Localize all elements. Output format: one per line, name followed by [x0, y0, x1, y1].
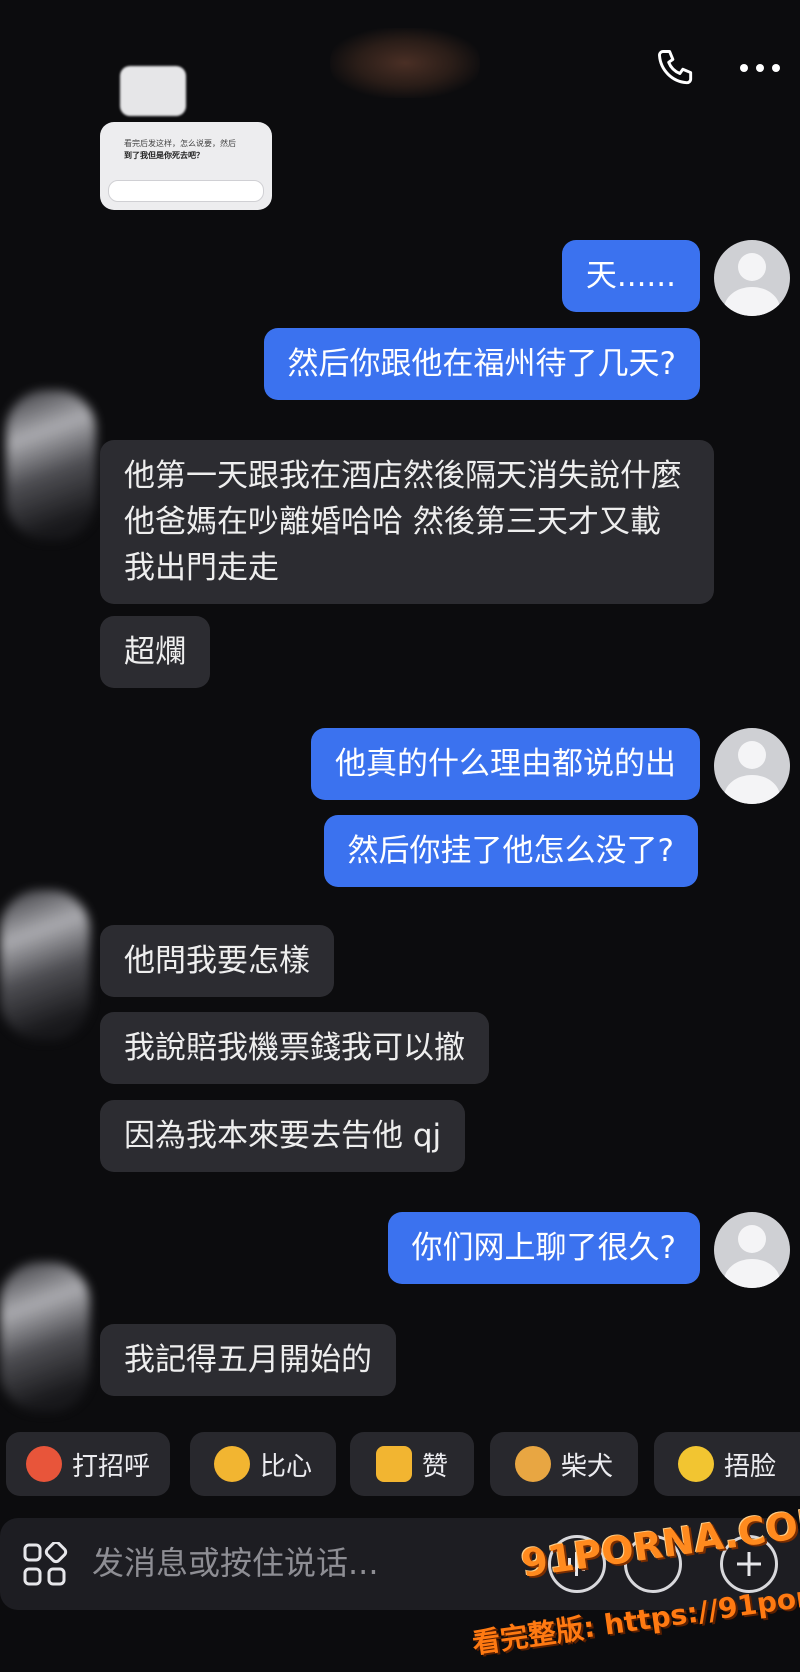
message-incoming[interactable]: 他問我要怎樣	[100, 925, 334, 997]
message-outgoing[interactable]: 他真的什么理由都说的出	[311, 728, 700, 800]
screenshot-input-bar	[108, 180, 264, 202]
wave-emoji-icon	[25, 1446, 62, 1482]
quick-reply-bar: 打招呼 比心 赞 柴犬 捂脸	[0, 1432, 800, 1498]
quick-reply-chip[interactable]: 比心	[190, 1432, 336, 1496]
message-incoming[interactable]: 因為我本來要去告他 qj	[100, 1100, 466, 1172]
thumbs-up-emoji-icon	[375, 1446, 412, 1482]
my-avatar[interactable]	[714, 240, 790, 316]
contact-avatar-blurred	[6, 390, 96, 540]
quick-reply-label: 比心	[259, 1451, 312, 1482]
contact-avatar-blurred	[0, 1262, 90, 1412]
quick-reply-chip[interactable]: 赞	[350, 1432, 474, 1496]
quick-reply-chip[interactable]: 柴犬	[490, 1432, 638, 1496]
message-incoming[interactable]: 我記得五月開始的	[100, 1324, 396, 1396]
quick-reply-chip[interactable]: 打招呼	[6, 1432, 170, 1496]
message-outgoing[interactable]: 你们网上聊了很久?	[387, 1212, 700, 1284]
quick-reply-label: 柴犬	[560, 1451, 613, 1482]
screenshot-text-2: 到了我但是你死去吧？	[124, 151, 204, 160]
quick-reply-chip[interactable]: 捂脸	[654, 1432, 800, 1496]
message-incoming[interactable]: 他第一天跟我在酒店然後隔天消失說什麼他爸媽在吵離婚哈哈 然後第三天才又載我出門走…	[100, 440, 714, 604]
message-outgoing[interactable]: 然后你跟他在福州待了几天?	[263, 328, 700, 400]
contact-avatar-blurred	[120, 66, 186, 116]
message-incoming[interactable]: 超爛	[100, 616, 210, 688]
phone-icon[interactable]	[648, 40, 704, 96]
my-avatar[interactable]	[714, 728, 790, 804]
heart-hands-emoji-icon	[213, 1446, 250, 1482]
screenshot-text-1: 看完后发这样，怎么说要，然后	[124, 139, 236, 148]
shared-screenshot-image[interactable]: 看完后发这样，怎么说要，然后 到了我但是你死去吧？	[100, 122, 272, 210]
contact-avatar-blurred	[0, 890, 90, 1040]
more-dots-icon[interactable]	[732, 40, 788, 96]
shiba-dog-emoji-icon	[514, 1446, 551, 1482]
contact-name-blurred	[330, 28, 480, 98]
facepalm-emoji-icon	[677, 1446, 714, 1482]
message-incoming[interactable]: 我說賠我機票錢我可以撤	[100, 1012, 489, 1084]
quick-reply-label: 赞	[421, 1451, 448, 1482]
quick-reply-label: 打招呼	[71, 1451, 150, 1482]
message-outgoing[interactable]: 然后你挂了他怎么没了?	[323, 815, 698, 887]
apps-grid-icon[interactable]	[22, 1540, 68, 1592]
message-input[interactable]: 发消息或按住说话...	[92, 1538, 379, 1588]
quick-reply-label: 捂脸	[723, 1451, 776, 1482]
message-outgoing[interactable]: 天......	[561, 240, 700, 312]
my-avatar[interactable]	[714, 1212, 790, 1288]
